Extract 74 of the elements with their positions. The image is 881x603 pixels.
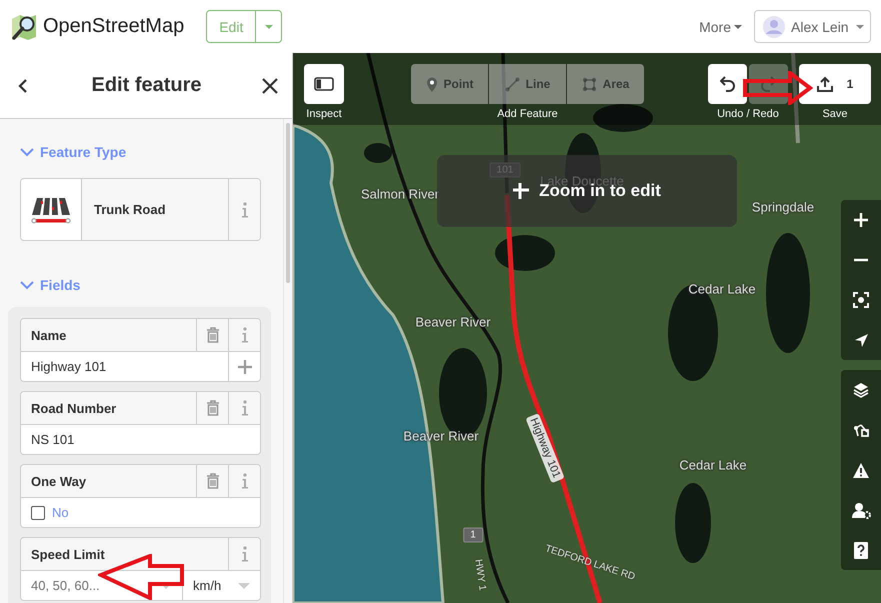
pin-icon: [426, 76, 438, 92]
panel-title: Edit feature: [90, 74, 203, 97]
sidebar-toggle-icon: [314, 77, 334, 91]
toolbar-label: Undo / Redo: [717, 108, 779, 120]
place-label: Cedar Lake: [679, 458, 747, 472]
caret-icon: [734, 24, 742, 28]
field-label: Name: [30, 326, 68, 344]
road-label: HWY 1: [472, 558, 488, 592]
trunk-road-icon: [30, 196, 72, 224]
map-data-icon: [853, 422, 869, 438]
checkbox[interactable]: [31, 506, 45, 520]
edit-menu-button[interactable]: [255, 11, 282, 42]
lake: [364, 143, 392, 163]
trash-icon: [206, 327, 220, 343]
user-menu[interactable]: Alex Lein: [754, 10, 871, 43]
focus-icon: [853, 292, 869, 308]
toolbar-label: Save: [822, 108, 848, 120]
lake: [495, 235, 555, 271]
unit-input[interactable]: km/h: [183, 571, 234, 600]
info-button[interactable]: [228, 465, 260, 497]
inspect-button[interactable]: [304, 64, 344, 104]
trash-icon: [206, 400, 220, 416]
field-label: Road Number: [30, 400, 118, 418]
zoom-in-icon: [854, 213, 868, 227]
add-language-button[interactable]: [228, 352, 260, 381]
combo-input[interactable]: 40, 50, 60...: [21, 571, 156, 600]
layers-icon: [853, 382, 869, 398]
area-icon: [582, 76, 597, 92]
chevron-icon: [20, 279, 34, 291]
info-icon: [240, 202, 248, 218]
place-label: Springdale: [752, 200, 814, 214]
annotation-arrow: [743, 71, 813, 105]
location-arrow-icon: [854, 332, 868, 348]
info-button[interactable]: [228, 538, 260, 570]
help-book-icon: [853, 540, 869, 560]
field-label: One Way: [30, 472, 88, 491]
field-label: Speed Limit: [30, 546, 106, 564]
redo-icon: [761, 76, 776, 92]
toolbar-label: Inspect: [306, 108, 342, 120]
place-label: Salmon River: [360, 186, 440, 202]
info-button[interactable]: [228, 319, 260, 351]
info-icon: [240, 473, 248, 489]
scrollbar-thumb[interactable]: [286, 123, 290, 283]
caret-icon: [238, 582, 250, 588]
toolbar-label: Add Feature: [497, 108, 558, 120]
info-button[interactable]: [228, 392, 260, 424]
logo-icon: [10, 12, 38, 40]
logo-text[interactable]: OpenStreetMap: [43, 15, 184, 38]
caret-icon: [856, 24, 864, 28]
checkbox-field[interactable]: No: [21, 498, 260, 527]
avatar-icon: [763, 16, 785, 38]
info-icon: [240, 327, 248, 343]
line-icon: [504, 76, 520, 92]
warning-icon: [852, 462, 870, 478]
plus-icon: [238, 360, 252, 374]
place-label: Cedar Lake: [688, 282, 756, 296]
plus-icon: [513, 183, 530, 199]
text-field[interactable]: Highway 101: [21, 352, 228, 381]
caret-icon: [264, 24, 273, 28]
undo-icon: [720, 76, 735, 92]
back-icon: [18, 78, 28, 92]
info-icon: [240, 546, 248, 562]
text-field[interactable]: NS 101: [21, 425, 260, 454]
zoom-out-icon: [854, 258, 868, 262]
trash-icon: [206, 473, 220, 489]
undo-button[interactable]: [708, 64, 747, 104]
info-icon: [240, 400, 248, 416]
save-button[interactable]: 1: [799, 64, 871, 104]
user-settings-icon: [852, 502, 870, 518]
route-shield: 1: [463, 528, 483, 542]
chevron-icon: [20, 146, 34, 158]
close-icon: [262, 78, 278, 94]
upload-icon: [816, 76, 833, 92]
place-label: Beaver River: [415, 314, 491, 330]
